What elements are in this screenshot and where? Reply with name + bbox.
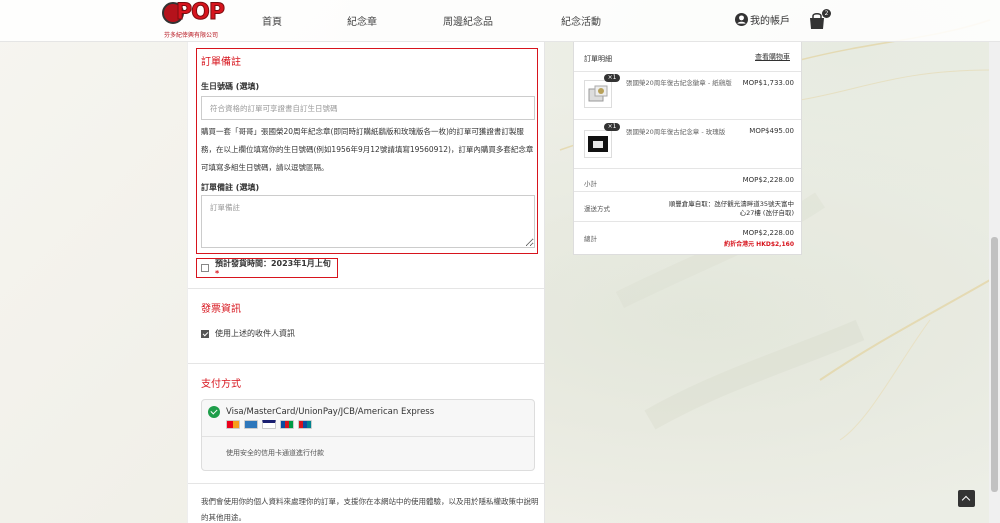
subtotal-label: 小計: [584, 180, 597, 188]
invoice-section-title: 發票資訊: [201, 304, 241, 315]
summary-divider: [574, 71, 801, 72]
payment-method-header: Visa/MasterCard/UnionPay/JCB/American Ex…: [208, 406, 434, 418]
cart-button[interactable]: 2: [808, 9, 832, 31]
scrollbar-thumb[interactable]: [991, 237, 998, 492]
logo-text: POP: [176, 0, 226, 26]
nav-home[interactable]: 首頁: [262, 13, 282, 28]
card-brand-icons: [226, 420, 312, 429]
order-notes-label: 訂單備註 (選填): [201, 183, 260, 192]
item-price: MOP$495.00: [749, 127, 794, 135]
privacy-notice: 我們會使用你的個人資料來處理你的訂單，支援你在本網站中的使用體驗，以及用於隱私權…: [201, 497, 539, 522]
cart-count-badge: 2: [822, 9, 831, 18]
total-value: MOP$2,228.00: [742, 229, 794, 237]
summary-divider: [574, 119, 801, 120]
birthday-number-input[interactable]: [201, 96, 535, 120]
item-price: MOP$1,733.00: [742, 79, 794, 87]
section-divider: [188, 288, 545, 289]
unionpay-icon: [298, 420, 312, 429]
order-notes-title: 訂單備註: [201, 57, 241, 68]
subtotal-value: MOP$2,228.00: [742, 176, 794, 184]
selected-check-icon: [208, 406, 220, 418]
medal-box-icon: [588, 85, 608, 102]
order-summary-title: 訂單明細: [584, 55, 612, 63]
user-icon: [735, 13, 748, 26]
birthday-number-label: 生日號碼 (選填): [201, 82, 260, 91]
summary-divider: [574, 221, 801, 222]
view-cart-link[interactable]: 查看購物車: [755, 52, 790, 62]
section-divider: [188, 483, 545, 484]
item-quantity-badge: ×1: [604, 74, 620, 82]
page-scrollbar[interactable]: [989, 42, 1000, 523]
account-link[interactable]: 我的帳戶: [735, 12, 790, 27]
shipping-method-label: 運送方式: [584, 205, 610, 213]
nav-medals[interactable]: 紀念章: [347, 13, 377, 28]
summary-divider: [574, 191, 801, 192]
medal-box-icon: [588, 136, 608, 152]
logo-subtitle: 芬多紀倖興有限公司: [164, 32, 219, 39]
shipping-time-label: 預計發貨時間：2023年1月上旬 *: [214, 259, 331, 278]
total-hkd-note: 約折合港元 HKD$2,160: [724, 241, 794, 248]
birthday-info-text: 購買一套「哥哥」張國榮20周年紀念章(即同時訂購紙鷂版和玫瑰版各一枚)的訂單可獲…: [201, 127, 534, 172]
section-divider: [188, 363, 545, 364]
item-name: 張國榮20周年復古紀念徽章 - 紙鷂版: [626, 79, 732, 87]
item-name: 張國榮20周年復古紀念章 - 玫瑰版: [626, 128, 726, 136]
order-notes-section: 訂單備註 生日號碼 (選填) 購買一套「哥哥」張國榮20周年紀念章(即同時訂購紙…: [196, 48, 538, 254]
product-thumbnail: [584, 80, 612, 108]
payment-method-card[interactable]: Visa/MasterCard/UnionPay/JCB/American Ex…: [201, 399, 535, 471]
payment-method-name: Visa/MasterCard/UnionPay/JCB/American Ex…: [226, 407, 435, 417]
shipping-method-value: 順豐倉庫自取：氹仔觀光濤畔道35號天富中心27樓 (氹仔自取): [668, 200, 794, 217]
checkout-form: 訂單備註 生日號碼 (選填) 購買一套「哥哥」張國榮20周年紀念章(即同時訂購紙…: [187, 42, 545, 523]
back-to-top-button[interactable]: [958, 490, 975, 507]
total-label: 總計: [584, 235, 597, 243]
nav-events[interactable]: 紀念活動: [561, 13, 601, 28]
shipping-time-checkbox[interactable]: [201, 264, 209, 272]
site-logo[interactable]: POP 芬多紀倖興有限公司: [160, 0, 232, 42]
account-label: 我的帳戶: [750, 16, 790, 27]
item-quantity-badge: ×1: [604, 123, 620, 131]
jcb-icon: [280, 420, 294, 429]
site-header: POP 芬多紀倖興有限公司 首頁 紀念章 周邊紀念品 紀念活動 我的帳戶 2: [0, 0, 1000, 42]
required-mark: *: [214, 269, 220, 278]
summary-divider: [574, 168, 801, 169]
mastercard-icon: [226, 420, 240, 429]
payment-section-title: 支付方式: [201, 379, 241, 390]
use-shipping-address-checkbox[interactable]: [201, 329, 209, 338]
order-notes-textarea[interactable]: [201, 195, 535, 248]
visa-icon: [262, 420, 276, 429]
use-shipping-address-option[interactable]: 使用上述的收件人資訊: [201, 328, 295, 339]
payment-divider: [202, 436, 534, 437]
product-thumbnail: [584, 130, 612, 158]
use-shipping-address-label: 使用上述的收件人資訊: [215, 329, 295, 338]
payment-description: 使用安全的信用卡通道進行付款: [226, 449, 324, 457]
order-summary-panel: 訂單明細 查看購物車 ×1 張國榮20周年復古紀念徽章 - 紙鷂版 MOP$1,…: [573, 42, 802, 255]
amex-icon: [244, 420, 258, 429]
shipping-time-ack[interactable]: 預計發貨時間：2023年1月上旬 *: [196, 258, 338, 278]
nav-merchandise[interactable]: 周邊紀念品: [443, 13, 493, 28]
